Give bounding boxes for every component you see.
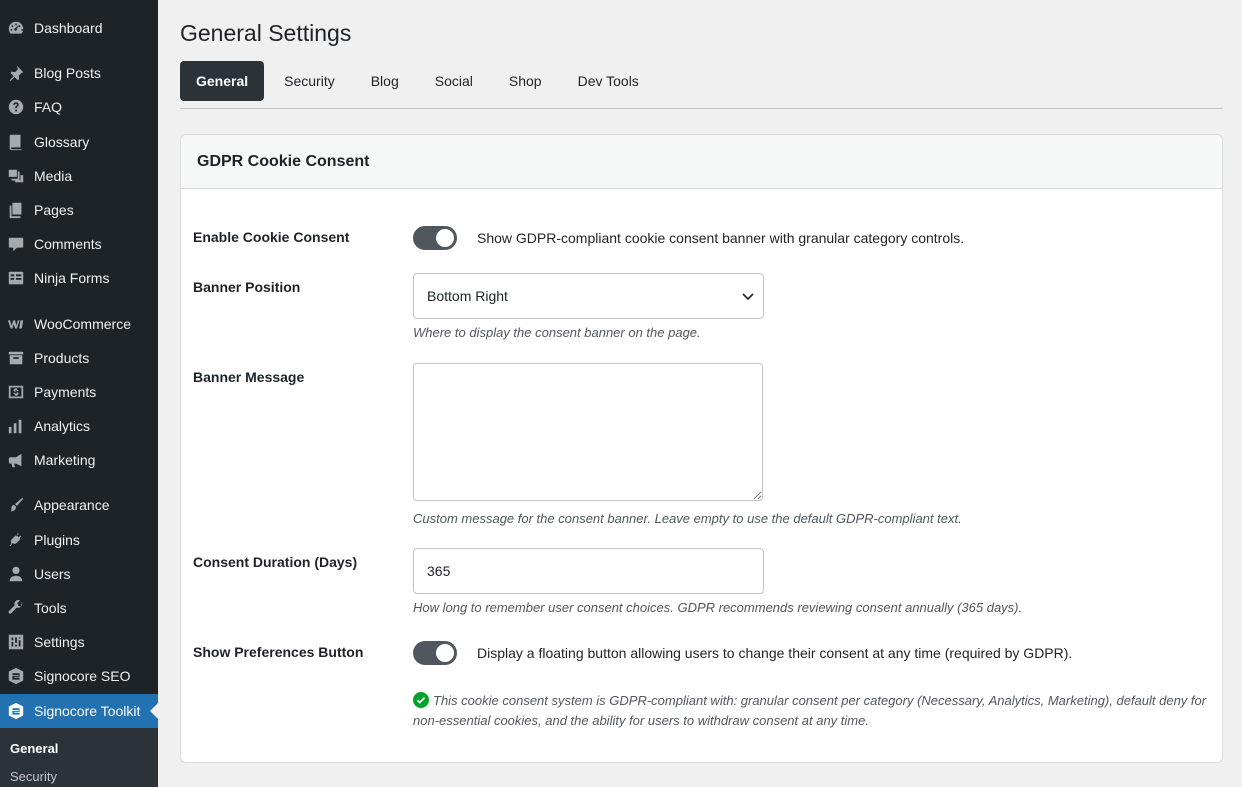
tab-security[interactable]: Security [268, 61, 351, 101]
toggle-knob [436, 644, 454, 662]
tab-dev-tools[interactable]: Dev Tools [562, 61, 655, 101]
sidebar-item-label: Dashboard [34, 20, 103, 36]
panel-title: GDPR Cookie Consent [197, 153, 370, 170]
settings-icon [6, 632, 26, 652]
enable-cookie-consent-toggle[interactable] [413, 226, 457, 250]
page-title: General Settings [180, 20, 352, 46]
user-icon [6, 564, 26, 584]
sidebar-item-label: WooCommerce [34, 316, 131, 332]
sidebar-item-label: FAQ [34, 99, 63, 115]
consent-duration-input[interactable] [413, 548, 764, 594]
sidebar-item-pages[interactable]: Pages [0, 193, 158, 227]
comments-icon [6, 234, 26, 254]
gdpr-settings-panel: GDPR Cookie Consent Enable Cookie Consen… [180, 134, 1223, 763]
sidebar-item-signocore-seo[interactable]: Signocore SEO [0, 659, 158, 693]
admin-sidebar: Dashboard Blog Posts FAQ Glossary Media … [0, 0, 158, 787]
pin-icon [6, 63, 26, 83]
tab-general[interactable]: General [180, 61, 265, 101]
sidebar-item-label: Comments [34, 236, 102, 252]
banner-position-select[interactable]: Bottom Right [413, 273, 764, 319]
media-icon [6, 166, 26, 186]
sidebar-item-label: Signocore Toolkit [34, 703, 141, 719]
banner-message-help: Custom message for the consent banner. L… [413, 511, 962, 526]
book-icon [6, 132, 26, 152]
signocore-logo-icon [6, 666, 26, 686]
sidebar-item-label: Payments [34, 384, 97, 400]
chevron-down-icon [742, 293, 754, 301]
banner-message-label: Banner Message [193, 369, 305, 385]
payments-icon [6, 382, 26, 402]
sidebar-item-label: Pages [34, 202, 74, 218]
panel-header: GDPR Cookie Consent [181, 135, 1222, 189]
forms-icon [6, 268, 26, 288]
sidebar-item-woocommerce[interactable]: WooCommerce [0, 307, 158, 341]
tab-social[interactable]: Social [419, 61, 489, 101]
signocore-gear-icon [6, 701, 26, 721]
enable-cookie-consent-description: Show GDPR-compliant cookie consent banne… [477, 230, 965, 246]
submenu-item-security[interactable]: Security [10, 769, 57, 784]
sidebar-item-analytics[interactable]: Analytics [0, 409, 158, 443]
dashboard-icon [6, 18, 26, 38]
banner-position-help: Where to display the consent banner on t… [413, 325, 701, 340]
sidebar-item-ninja-forms[interactable]: Ninja Forms [0, 261, 158, 295]
gdpr-compliance-text: This cookie consent system is GDPR-compl… [413, 693, 1207, 728]
sidebar-item-label: Ninja Forms [34, 270, 110, 286]
sidebar-item-label: Marketing [34, 452, 96, 468]
submenu-item-general[interactable]: General [10, 741, 58, 756]
show-preferences-button-description: Display a floating button allowing users… [477, 645, 1073, 661]
sidebar-item-comments[interactable]: Comments [0, 227, 158, 261]
sidebar-item-glossary[interactable]: Glossary [0, 125, 158, 159]
sidebar-item-label: Signocore SEO [34, 668, 131, 684]
active-indicator [150, 703, 158, 719]
sidebar-submenu: General Security [0, 728, 158, 787]
toggle-knob [436, 229, 454, 247]
check-circle-icon [413, 692, 429, 708]
sidebar-item-label: Users [34, 566, 71, 582]
tab-blog[interactable]: Blog [355, 61, 415, 101]
sidebar-item-settings[interactable]: Settings [0, 625, 158, 659]
consent-duration-help: How long to remember user consent choice… [413, 600, 1023, 615]
tab-shop[interactable]: Shop [493, 61, 558, 101]
archive-icon [6, 348, 26, 368]
bar-chart-icon [6, 416, 26, 436]
sidebar-item-label: Tools [34, 600, 67, 616]
sidebar-item-label: Glossary [34, 134, 90, 150]
sidebar-item-products[interactable]: Products [0, 341, 158, 375]
sidebar-item-label: Settings [34, 634, 85, 650]
banner-message-textarea[interactable] [413, 363, 763, 501]
sidebar-item-payments[interactable]: Payments [0, 375, 158, 409]
megaphone-icon [6, 450, 26, 470]
sidebar-item-dashboard[interactable]: Dashboard [0, 11, 158, 45]
show-preferences-button-label: Show Preferences Button [193, 644, 364, 660]
sidebar-item-label: Analytics [34, 418, 91, 434]
sidebar-item-plugins[interactable]: Plugins [0, 523, 158, 557]
wrench-icon [6, 598, 26, 618]
sidebar-item-label: Media [34, 168, 73, 184]
sidebar-item-blog-posts[interactable]: Blog Posts [0, 56, 158, 90]
banner-position-label: Banner Position [193, 279, 301, 295]
banner-position-value: Bottom Right [427, 288, 508, 304]
sidebar-item-faq[interactable]: FAQ [0, 90, 158, 124]
sidebar-item-marketing[interactable]: Marketing [0, 443, 158, 477]
sidebar-item-users[interactable]: Users [0, 557, 158, 591]
pages-icon [6, 200, 26, 220]
enable-cookie-consent-label: Enable Cookie Consent [193, 229, 350, 245]
gdpr-compliance-note: This cookie consent system is GDPR-compl… [413, 691, 1213, 731]
consent-duration-label: Consent Duration (Days) [193, 554, 358, 570]
sidebar-item-tools[interactable]: Tools [0, 591, 158, 625]
woocommerce-icon [6, 314, 26, 334]
sidebar-item-media[interactable]: Media [0, 159, 158, 193]
brush-icon [6, 495, 26, 515]
settings-tabs: General Security Blog Social Shop Dev To… [180, 61, 659, 101]
show-preferences-button-toggle[interactable] [413, 641, 457, 665]
tab-divider [180, 108, 1223, 109]
sidebar-item-label: Blog Posts [34, 65, 101, 81]
sidebar-item-appearance[interactable]: Appearance [0, 488, 158, 522]
help-icon [6, 97, 26, 117]
sidebar-item-label: Plugins [34, 532, 80, 548]
plug-icon [6, 530, 26, 550]
sidebar-item-label: Products [34, 350, 90, 366]
sidebar-item-label: Appearance [34, 497, 110, 513]
sidebar-item-signocore-toolkit[interactable]: Signocore Toolkit [0, 694, 158, 728]
